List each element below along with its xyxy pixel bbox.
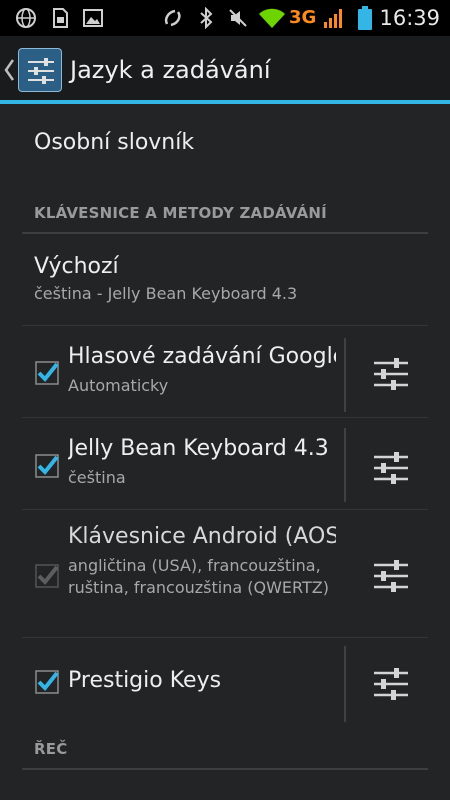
input-method-item[interactable]: Prestigio Keys — [0, 638, 450, 730]
checkbox-checked-disabled-icon — [35, 564, 59, 588]
input-method-title: Jelly Bean Keyboard 4.3 — [68, 436, 329, 461]
section-header-speech: ŘEČ — [34, 740, 68, 758]
personal-dictionary-title: Osobní slovník — [34, 130, 195, 155]
default-input-summary: čeština - Jelly Bean Keyboard 4.3 — [34, 284, 298, 303]
up-navigation-icon[interactable] — [2, 56, 16, 84]
bluetooth-icon — [196, 0, 216, 36]
input-method-title: Prestigio Keys — [68, 668, 222, 693]
browser-icon — [14, 0, 38, 36]
input-method-summary: čeština — [68, 468, 126, 487]
section-divider — [22, 768, 428, 770]
section-divider — [22, 232, 428, 234]
input-method-item[interactable]: Hlasové zadávání Google Automaticky — [0, 326, 450, 416]
wifi-icon — [258, 0, 286, 36]
vertical-separator — [344, 428, 346, 502]
settings-sliders-icon[interactable] — [18, 48, 62, 92]
sliders-settings-icon[interactable] — [366, 444, 414, 492]
default-input-title: Výchozí — [34, 254, 119, 279]
signal-icon — [322, 0, 346, 36]
input-method-item[interactable]: Klávesnice Android (AOSP) angličtina (US… — [0, 510, 450, 636]
clock: 16:39 — [379, 6, 440, 30]
sliders-settings-icon[interactable] — [366, 660, 414, 708]
network-type-label: 3G — [289, 7, 317, 28]
input-method-summary: angličtina (USA), francouzština, ruština… — [68, 556, 329, 597]
sim-icon — [50, 0, 70, 36]
section-header-keyboards: KLÁVESNICE A METODY ZADÁVÁNÍ — [34, 204, 327, 222]
input-method-title: Hlasové zadávání Google — [68, 344, 336, 369]
image-icon — [82, 0, 104, 36]
preferences-list: Osobní slovník KLÁVESNICE A METODY ZADÁV… — [0, 104, 450, 800]
default-input-item[interactable]: Výchozí čeština - Jelly Bean Keyboard 4.… — [34, 254, 428, 305]
personal-dictionary-item[interactable]: Osobní slovník — [34, 130, 428, 155]
sliders-settings-icon[interactable] — [366, 552, 414, 600]
status-bar: 3G 16:39 — [0, 0, 450, 36]
page-title: Jazyk a zadávání — [70, 56, 271, 84]
checkbox-checked-icon[interactable] — [35, 454, 59, 478]
battery-icon — [356, 0, 374, 36]
input-method-item[interactable]: Jelly Bean Keyboard 4.3 čeština — [0, 418, 450, 508]
checkbox-checked-icon[interactable] — [35, 670, 59, 694]
action-bar: Jazyk a zadávání — [0, 36, 450, 104]
mute-icon — [226, 0, 250, 36]
input-method-summary: Automaticky — [68, 376, 169, 395]
vertical-separator — [344, 338, 346, 412]
sliders-settings-icon[interactable] — [366, 350, 414, 398]
nfc-icon — [162, 0, 184, 36]
checkbox-checked-icon[interactable] — [35, 361, 59, 385]
vertical-separator — [344, 646, 346, 722]
input-method-title: Klávesnice Android (AOSP) — [68, 524, 336, 549]
